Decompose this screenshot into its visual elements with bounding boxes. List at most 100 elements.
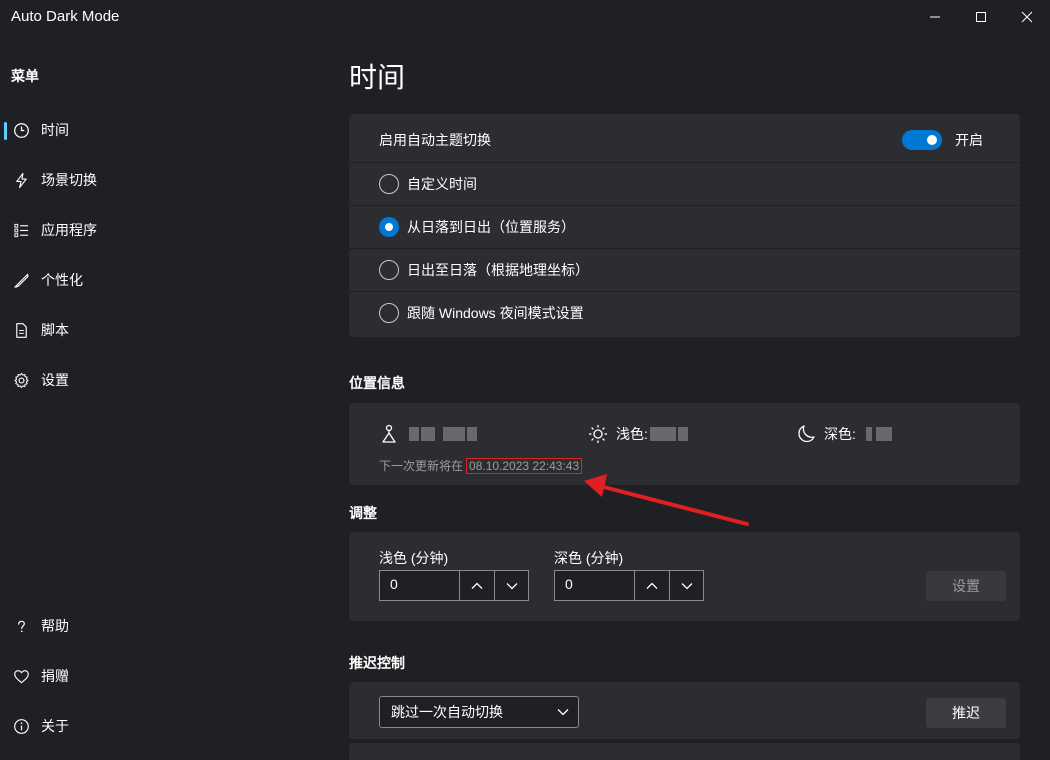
option-label: 从日落到日出（位置服务） [407, 218, 575, 235]
chevron-up-icon [471, 582, 483, 589]
radio-button[interactable] [379, 173, 399, 194]
dark-offset-label: 深色 (分钟) [554, 550, 624, 566]
dark-offset-stepper[interactable]: 0 [554, 570, 704, 601]
maximize-button[interactable] [958, 0, 1004, 34]
light-offset-stepper[interactable]: 0 [379, 570, 529, 601]
set-offset-button[interactable]: 设置 [926, 571, 1006, 601]
sidebar-item-label: 关于 [41, 718, 69, 734]
option-sunrise-to-sunset[interactable]: 日出至日落（根据地理坐标） [349, 248, 1020, 291]
toggle-state-label: 开启 [955, 131, 983, 148]
next-update-time: 08.10.2023 22:43:43 [466, 457, 583, 474]
sidebar: 菜单 时间 场景切换 应用程序 个性化 脚本 设置 帮助 捐赠 关于 [0, 34, 330, 760]
next-update-line: 下一次更新将在 08.10.2023 22:43:43 [379, 457, 583, 474]
chevron-up-icon [646, 582, 658, 589]
location-pin-icon [382, 424, 396, 443]
location-section-title: 位置信息 [349, 375, 405, 391]
lightning-icon [12, 171, 30, 189]
chevron-down-icon [681, 582, 693, 589]
postpone-card-next [349, 743, 1020, 760]
sidebar-item-apps[interactable]: 应用程序 [0, 210, 330, 250]
postpone-dropdown[interactable]: 跳过一次自动切换 [379, 696, 579, 728]
redacted-text [875, 427, 892, 441]
option-label: 日出至日落（根据地理坐标） [407, 261, 589, 278]
clock-icon [12, 121, 30, 139]
sidebar-item-about[interactable]: 关于 [0, 706, 330, 746]
decrement-button[interactable] [494, 571, 528, 600]
location-card: 浅色: 深色: 下一次更新将在 08.10.2023 22:43:43 [349, 403, 1020, 485]
redacted-text [649, 427, 676, 441]
radio-button-checked[interactable] [379, 216, 399, 237]
light-time: 浅色: [588, 423, 688, 445]
light-offset-label: 浅色 (分钟) [379, 550, 449, 566]
moon-icon [798, 425, 815, 443]
adjust-card: 浅色 (分钟) 0 深色 (分钟) 0 设置 [349, 532, 1020, 621]
sidebar-item-donate[interactable]: 捐赠 [0, 656, 330, 696]
dark-time: 深色: [796, 423, 892, 445]
option-label: 跟随 Windows 夜间模式设置 [407, 304, 584, 321]
redacted-text [865, 427, 872, 441]
sidebar-item-label: 时间 [41, 122, 69, 138]
sidebar-item-help[interactable]: 帮助 [0, 606, 330, 646]
sidebar-item-label: 个性化 [41, 272, 83, 288]
adjust-section-title: 调整 [349, 505, 377, 521]
sidebar-item-label: 应用程序 [41, 222, 97, 238]
option-sunset-to-sunrise[interactable]: 从日落到日出（位置服务） [349, 205, 1020, 248]
redacted-text [409, 427, 419, 441]
sidebar-item-scene-switch[interactable]: 场景切换 [0, 160, 330, 200]
redacted-text [443, 427, 465, 441]
app-title: Auto Dark Mode [11, 8, 120, 25]
question-icon [12, 617, 30, 635]
radio-button[interactable] [379, 302, 399, 323]
close-button[interactable] [1004, 0, 1050, 34]
sidebar-item-personalize[interactable]: 个性化 [0, 260, 330, 300]
auto-switch-toggle[interactable] [902, 129, 942, 150]
minimize-icon [930, 16, 940, 18]
postpone-card: 跳过一次自动切换 推迟 [349, 682, 1020, 739]
document-icon [12, 321, 30, 339]
sidebar-item-label: 捐赠 [41, 668, 69, 684]
sidebar-item-label: 帮助 [41, 618, 69, 634]
chevron-down-icon [506, 582, 518, 589]
title-bar: Auto Dark Mode [0, 0, 1050, 34]
auto-switch-row: 启用自动主题切换 开启 [349, 118, 1020, 161]
info-icon [12, 717, 30, 735]
sidebar-item-label: 设置 [41, 372, 69, 388]
maximize-icon [976, 12, 986, 22]
heart-icon [12, 667, 30, 685]
dropdown-value: 跳过一次自动切换 [391, 704, 503, 720]
sidebar-item-label: 脚本 [41, 322, 69, 338]
increment-button[interactable] [635, 571, 669, 600]
radio-button[interactable] [379, 259, 399, 280]
chevron-down-icon [557, 709, 569, 716]
mode-card: 启用自动主题切换 开启 自定义时间 从日落到日出（位置服务） 日出至日落（根据地… [349, 114, 1020, 337]
redacted-text [467, 427, 477, 441]
menu-header: 菜单 [11, 68, 39, 84]
light-label: 浅色: [616, 426, 648, 442]
dark-label: 深色: [824, 426, 856, 442]
sidebar-item-time[interactable]: 时间 [0, 110, 330, 150]
gear-icon [12, 371, 30, 389]
redacted-text [421, 427, 435, 441]
location-coordinates [379, 423, 477, 445]
page-title: 时间 [349, 62, 406, 93]
increment-button[interactable] [460, 571, 494, 600]
postpone-section-title: 推迟控制 [349, 655, 405, 671]
main-content: 时间 启用自动主题切换 开启 自定义时间 从日落到日出（位置服务） 日出至日落（… [330, 34, 1050, 760]
minimize-button[interactable] [912, 0, 958, 34]
selection-indicator [4, 122, 7, 140]
option-label: 自定义时间 [407, 175, 477, 192]
auto-switch-label: 启用自动主题切换 [379, 131, 491, 148]
light-offset-value[interactable]: 0 [380, 571, 461, 600]
decrement-button[interactable] [669, 571, 703, 600]
sidebar-item-label: 场景切换 [41, 172, 97, 188]
next-update-label: 下一次更新将在 [379, 459, 464, 473]
postpone-button[interactable]: 推迟 [926, 698, 1006, 728]
sidebar-item-settings[interactable]: 设置 [0, 360, 330, 400]
close-icon [1021, 11, 1033, 23]
option-custom-time[interactable]: 自定义时间 [349, 162, 1020, 205]
list-icon [12, 221, 30, 239]
sidebar-item-scripts[interactable]: 脚本 [0, 310, 330, 350]
sun-icon [589, 425, 607, 443]
dark-offset-value[interactable]: 0 [555, 571, 636, 600]
option-windows-night-light[interactable]: 跟随 Windows 夜间模式设置 [349, 291, 1020, 334]
